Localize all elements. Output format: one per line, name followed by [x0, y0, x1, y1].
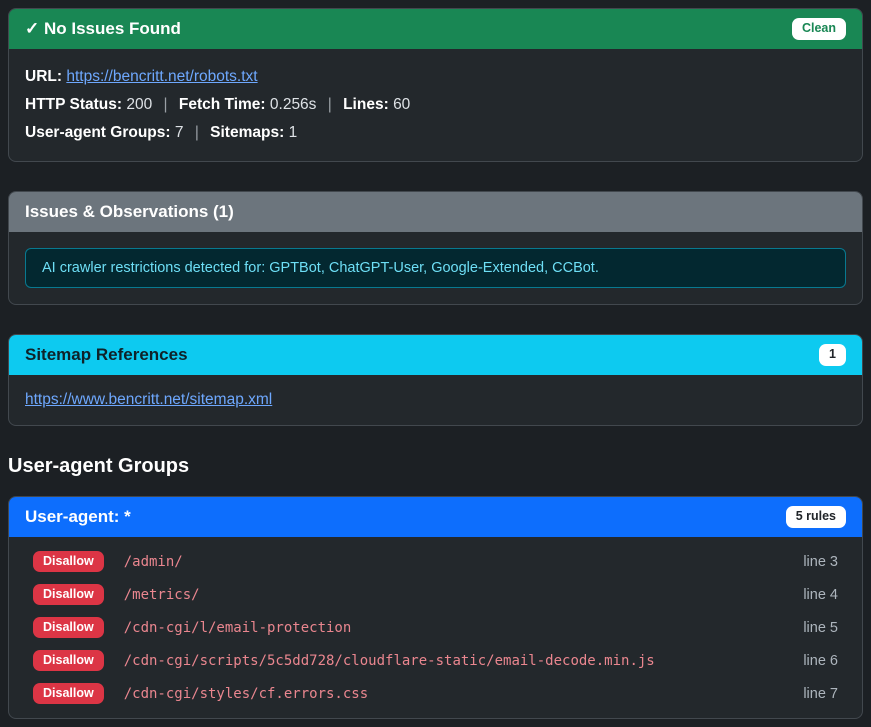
stats-line-2: User-agent Groups: 7 | Sitemaps: 1 [25, 119, 846, 147]
rule-line-number: line 6 [803, 653, 838, 669]
lines-label: Lines: [343, 96, 389, 113]
stats-line-1: HTTP Status: 200 | Fetch Time: 0.256s | … [25, 91, 846, 119]
summary-card: ✓ No Issues Found Clean URL: https://ben… [8, 8, 863, 162]
separator: | [164, 96, 168, 113]
rule-path: /admin/ [124, 554, 183, 570]
ua-groups-label: User-agent Groups: [25, 124, 171, 141]
sitemap-url-link[interactable]: https://www.bencritt.net/sitemap.xml [25, 391, 272, 408]
check-icon: ✓ [25, 19, 39, 38]
summary-header: ✓ No Issues Found Clean [9, 9, 862, 49]
disallow-badge: Disallow [33, 584, 104, 606]
fetch-time-value: 0.256s [270, 96, 317, 113]
rule-row: Disallow /cdn-cgi/l/email-protection lin… [9, 611, 862, 644]
ai-crawler-alert: AI crawler restrictions detected for: GP… [25, 248, 846, 288]
sitemap-title: Sitemap References [25, 345, 188, 365]
separator: | [195, 124, 199, 141]
http-status-value: 200 [126, 96, 152, 113]
issues-card: Issues & Observations (1) AI crawler res… [8, 191, 863, 305]
rule-row: Disallow /cdn-cgi/scripts/5c5dd728/cloud… [9, 644, 862, 677]
sitemaps-label: Sitemaps: [210, 124, 284, 141]
lines-value: 60 [393, 96, 410, 113]
issues-title: Issues & Observations (1) [25, 202, 234, 222]
rule-path: /cdn-cgi/styles/cf.errors.css [124, 686, 368, 702]
rule-row: Disallow /cdn-cgi/styles/cf.errors.css l… [9, 677, 862, 710]
rule-row: Disallow /admin/ line 3 [9, 545, 862, 578]
disallow-badge: Disallow [33, 650, 104, 672]
rule-line-number: line 4 [803, 587, 838, 603]
rule-path: /metrics/ [124, 587, 200, 603]
disallow-badge: Disallow [33, 617, 104, 639]
sitemap-header: Sitemap References 1 [9, 335, 862, 375]
ua-groups-value: 7 [175, 124, 184, 141]
sitemap-count-badge: 1 [819, 344, 846, 366]
rules-count-badge: 5 rules [786, 506, 846, 528]
clean-badge: Clean [792, 18, 846, 40]
user-agent-title: User-agent: * [25, 507, 131, 527]
robots-url-link[interactable]: https://bencritt.net/robots.txt [66, 68, 257, 85]
sitemap-card: Sitemap References 1 https://www.bencrit… [8, 334, 863, 426]
rule-line-number: line 3 [803, 554, 838, 570]
issues-body: AI crawler restrictions detected for: GP… [9, 232, 862, 304]
user-agent-group-header: User-agent: * 5 rules [9, 497, 862, 537]
summary-body: URL: https://bencritt.net/robots.txt HTT… [9, 49, 862, 161]
url-label: URL: [25, 68, 62, 85]
rule-line-number: line 7 [803, 686, 838, 702]
summary-title: ✓ No Issues Found [25, 19, 181, 39]
disallow-badge: Disallow [33, 551, 104, 573]
rule-line-number: line 5 [803, 620, 838, 636]
rules-list: Disallow /admin/ line 3 Disallow /metric… [9, 537, 862, 718]
rule-row: Disallow /metrics/ line 4 [9, 578, 862, 611]
sitemaps-value: 1 [289, 124, 298, 141]
sitemap-body: https://www.bencritt.net/sitemap.xml [9, 375, 862, 425]
fetch-time-label: Fetch Time: [179, 96, 266, 113]
user-agent-group-card: User-agent: * 5 rules Disallow /admin/ l… [8, 496, 863, 719]
rule-path: /cdn-cgi/l/email-protection [124, 620, 352, 636]
rule-path: /cdn-cgi/scripts/5c5dd728/cloudflare-sta… [124, 653, 655, 669]
url-line: URL: https://bencritt.net/robots.txt [25, 63, 846, 91]
user-agent-groups-heading: User-agent Groups [8, 455, 863, 478]
separator: | [328, 96, 332, 113]
issues-header: Issues & Observations (1) [9, 192, 862, 232]
robots-report-page: ✓ No Issues Found Clean URL: https://ben… [0, 0, 871, 727]
http-status-label: HTTP Status: [25, 96, 122, 113]
disallow-badge: Disallow [33, 683, 104, 705]
summary-title-text: No Issues Found [44, 19, 181, 38]
